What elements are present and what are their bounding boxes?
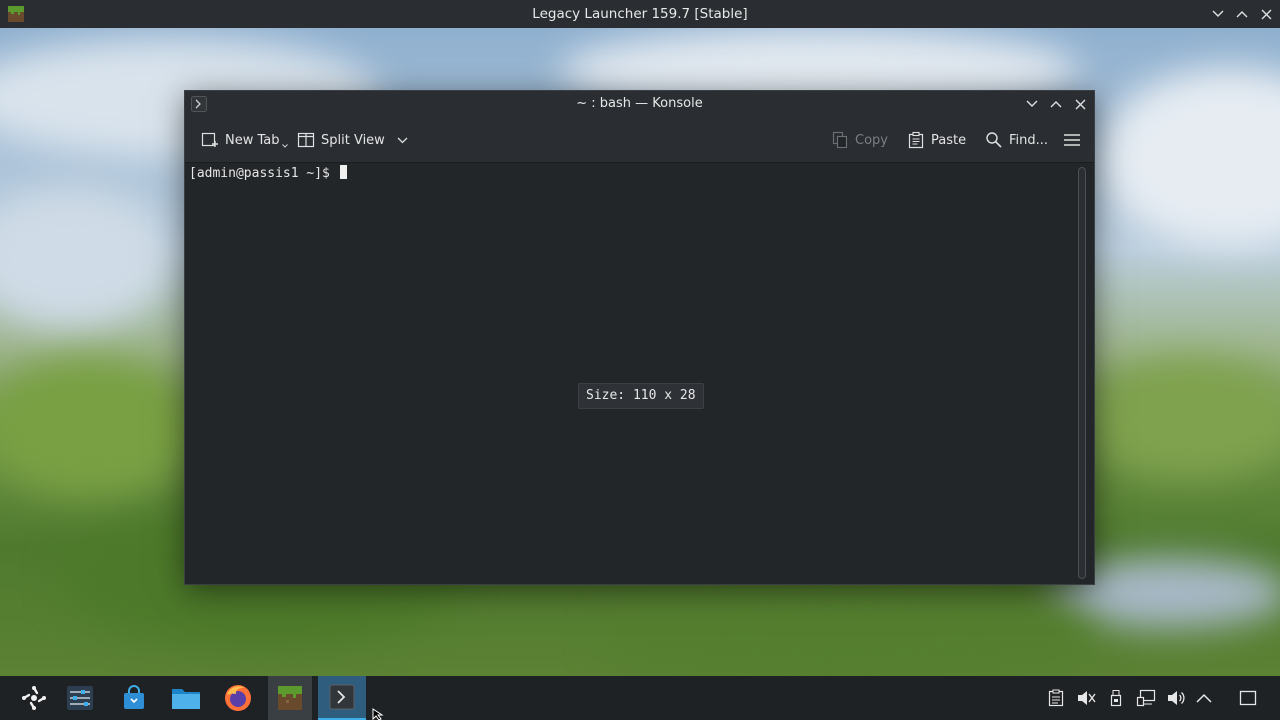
hamburger-menu-icon[interactable] bbox=[1063, 127, 1081, 153]
clipboard-icon[interactable] bbox=[1046, 688, 1066, 708]
minimize-icon[interactable] bbox=[1208, 4, 1228, 24]
paste-label: Paste bbox=[931, 132, 967, 148]
mouse-cursor bbox=[372, 708, 384, 720]
text-cursor bbox=[339, 165, 347, 179]
find-label: Find... bbox=[1009, 132, 1049, 148]
folder-icon[interactable] bbox=[164, 676, 208, 720]
maximize-icon[interactable] bbox=[1046, 94, 1066, 114]
split-view-label: Split View bbox=[321, 132, 385, 148]
chevron-down-icon[interactable] bbox=[397, 137, 408, 144]
split-view-button[interactable]: Split View bbox=[297, 127, 408, 153]
show-desktop-icon[interactable] bbox=[1238, 688, 1258, 708]
chevron-down-icon bbox=[281, 144, 288, 148]
usb-device-icon[interactable] bbox=[1106, 688, 1126, 708]
paste-button[interactable]: Paste bbox=[907, 127, 966, 153]
search-icon bbox=[985, 131, 1003, 149]
firefox-icon[interactable] bbox=[216, 676, 260, 720]
network-icon[interactable] bbox=[1136, 688, 1156, 708]
close-icon[interactable] bbox=[1256, 4, 1276, 24]
terminal-area[interactable]: [admin@passis1 ~]$ Size: 110 x 28 bbox=[185, 163, 1074, 584]
new-tab-button[interactable]: New Tab bbox=[201, 127, 288, 153]
copy-button[interactable]: Copy bbox=[831, 127, 888, 153]
konsole-toolbar: New Tab Split View Copy Paste Find... bbox=[185, 117, 1094, 163]
volume-icon[interactable] bbox=[1166, 688, 1186, 708]
konsole-title: ~ : bash — Konsole bbox=[576, 96, 703, 111]
new-tab-label: New Tab bbox=[225, 132, 280, 148]
tray-expand-icon[interactable] bbox=[1194, 688, 1214, 708]
prompt-text: [admin@passis1 ~]$ bbox=[189, 166, 338, 181]
konsole-titlebar[interactable]: ~ : bash — Konsole bbox=[185, 91, 1094, 117]
settings-sliders-icon[interactable] bbox=[58, 676, 102, 720]
paste-icon bbox=[907, 131, 925, 149]
store-bag-icon[interactable] bbox=[112, 676, 156, 720]
terminal-prompt-icon[interactable] bbox=[318, 676, 366, 720]
window-title: Legacy Launcher 159.7 [Stable] bbox=[532, 6, 748, 22]
copy-icon bbox=[831, 131, 849, 149]
minimize-icon[interactable] bbox=[1022, 94, 1042, 114]
maximize-icon[interactable] bbox=[1232, 4, 1252, 24]
konsole-window[interactable]: ~ : bash — Konsole New Tab Split View Co… bbox=[184, 90, 1095, 585]
vertical-scrollbar[interactable] bbox=[1072, 163, 1094, 584]
copy-label: Copy bbox=[855, 132, 888, 148]
shell-prompt: [admin@passis1 ~]$ bbox=[189, 165, 347, 182]
taskbar bbox=[0, 676, 1280, 720]
minecraft-grass-block-icon[interactable] bbox=[268, 676, 312, 720]
scrollbar-track[interactable] bbox=[1078, 167, 1086, 579]
split-view-icon bbox=[297, 131, 315, 149]
close-icon[interactable] bbox=[1070, 94, 1090, 114]
new-tab-icon bbox=[201, 131, 219, 149]
legacy-launcher-titlebar[interactable]: Legacy Launcher 159.7 [Stable] bbox=[0, 0, 1280, 28]
find-button[interactable]: Find... bbox=[985, 127, 1048, 153]
size-overlay: Size: 110 x 28 bbox=[578, 383, 704, 409]
volume-muted-icon[interactable] bbox=[1076, 688, 1096, 708]
kde-launcher-icon[interactable] bbox=[12, 676, 56, 720]
